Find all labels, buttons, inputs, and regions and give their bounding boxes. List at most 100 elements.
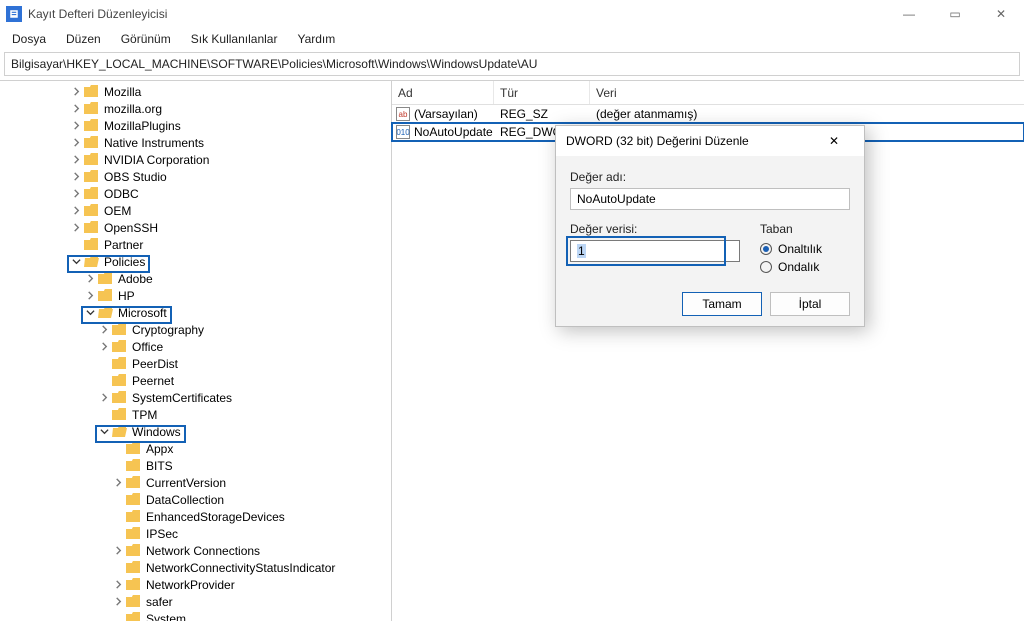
- close-button[interactable]: ✕: [978, 0, 1024, 28]
- tree-node[interactable]: OBS Studio: [0, 168, 391, 185]
- tree-node[interactable]: OEM: [0, 202, 391, 219]
- tree-node-label: Partner: [104, 238, 143, 252]
- chevron-right-icon[interactable]: [112, 477, 124, 489]
- tree-node-label: DataCollection: [146, 493, 224, 507]
- chevron-right-icon[interactable]: [70, 137, 82, 149]
- tree-node[interactable]: Peernet: [0, 372, 391, 389]
- chevron-down-icon[interactable]: [98, 426, 110, 438]
- tree-node[interactable]: Policies: [0, 253, 391, 270]
- tree-node-label: System: [146, 612, 186, 621]
- tree-node[interactable]: CurrentVersion: [0, 474, 391, 491]
- tree-node[interactable]: Adobe: [0, 270, 391, 287]
- col-name[interactable]: Ad: [392, 81, 494, 104]
- minimize-button[interactable]: ―: [886, 0, 932, 28]
- tree-node[interactable]: ODBC: [0, 185, 391, 202]
- tree-node[interactable]: IPSec: [0, 525, 391, 542]
- chevron-right-icon[interactable]: [70, 120, 82, 132]
- menu-help[interactable]: Yardım: [289, 30, 343, 48]
- radio-dot-icon: [760, 261, 772, 273]
- chevron-right-icon[interactable]: [70, 188, 82, 200]
- chevron-right-icon[interactable]: [70, 154, 82, 166]
- radio-dec[interactable]: Ondalık: [760, 258, 850, 276]
- ok-button[interactable]: Tamam: [682, 292, 762, 316]
- menu-file[interactable]: Dosya: [4, 30, 54, 48]
- chevron-right-icon[interactable]: [112, 545, 124, 557]
- tree-node-label: OEM: [104, 204, 131, 218]
- tree-node-label: Network Connections: [146, 544, 260, 558]
- tree-node[interactable]: System: [0, 610, 391, 621]
- tree-node-label: MozillaPlugins: [104, 119, 181, 133]
- value-row[interactable]: ab(Varsayılan)REG_SZ(değer atanmamış): [392, 105, 1024, 123]
- radio-hex[interactable]: Onaltılık: [760, 240, 850, 258]
- folder-icon: [84, 204, 100, 218]
- chevron-right-icon[interactable]: [70, 171, 82, 183]
- tree-node[interactable]: BITS: [0, 457, 391, 474]
- col-data[interactable]: Veri: [590, 81, 1024, 104]
- chevron-right-icon[interactable]: [84, 290, 96, 302]
- folder-icon: [126, 527, 142, 541]
- tree-node-label: Cryptography: [132, 323, 204, 337]
- tree-node[interactable]: Native Instruments: [0, 134, 391, 151]
- cancel-button[interactable]: İptal: [770, 292, 850, 316]
- chevron-right-icon[interactable]: [70, 86, 82, 98]
- menu-view[interactable]: Görünüm: [113, 30, 179, 48]
- chevron-right-icon[interactable]: [112, 579, 124, 591]
- tree-node[interactable]: EnhancedStorageDevices: [0, 508, 391, 525]
- tree-pane[interactable]: Mozilla mozilla.org MozillaPluginsNative I…: [0, 80, 392, 621]
- chevron-right-icon[interactable]: [98, 324, 110, 336]
- tree-node[interactable]: Partner: [0, 236, 391, 253]
- tree-node-label: ODBC: [104, 187, 139, 201]
- tree-node[interactable]: NetworkConnectivityStatusIndicator: [0, 559, 391, 576]
- folder-icon: [112, 374, 128, 388]
- address-bar[interactable]: Bilgisayar\HKEY_LOCAL_MACHINE\SOFTWARE\P…: [4, 52, 1020, 76]
- tree-node[interactable]: Cryptography: [0, 321, 391, 338]
- chevron-right-icon[interactable]: [70, 103, 82, 115]
- tree-node[interactable]: Appx: [0, 440, 391, 457]
- folder-icon: [84, 136, 100, 150]
- folder-icon: [126, 459, 142, 473]
- tree-node[interactable]: SystemCertificates: [0, 389, 391, 406]
- menu-edit[interactable]: Düzen: [58, 30, 109, 48]
- value-data-field[interactable]: 1: [570, 240, 740, 262]
- dialog-close-button[interactable]: ✕: [814, 134, 854, 148]
- maximize-button[interactable]: ▭: [932, 0, 978, 28]
- chevron-right-icon[interactable]: [70, 205, 82, 217]
- tree-node[interactable]: DataCollection: [0, 491, 391, 508]
- folder-icon: [84, 255, 100, 269]
- tree-node[interactable]: HP: [0, 287, 391, 304]
- folder-icon: [126, 476, 142, 490]
- chevron-right-icon[interactable]: [98, 341, 110, 353]
- chevron-down-icon[interactable]: [70, 256, 82, 268]
- tree-node[interactable]: safer: [0, 593, 391, 610]
- chevron-right-icon[interactable]: [112, 596, 124, 608]
- tree-node[interactable]: Microsoft: [0, 304, 391, 321]
- tree-node[interactable]: Office: [0, 338, 391, 355]
- value-name: (Varsayılan): [414, 107, 478, 121]
- tree-node[interactable]: Windows: [0, 423, 391, 440]
- chevron-right-icon[interactable]: [98, 392, 110, 404]
- col-type[interactable]: Tür: [494, 81, 590, 104]
- folder-icon: [112, 323, 128, 337]
- values-header: Ad Tür Veri: [392, 81, 1024, 105]
- chevron-right-icon[interactable]: [84, 273, 96, 285]
- tree-node-label: HP: [118, 289, 135, 303]
- chevron-down-icon[interactable]: [84, 307, 96, 319]
- folder-icon: [112, 391, 128, 405]
- tree-node[interactable]: PeerDist: [0, 355, 391, 372]
- tree-node[interactable]: TPM: [0, 406, 391, 423]
- tree-node-label: Policies: [104, 255, 145, 269]
- tree-node[interactable]: NVIDIA Corporation: [0, 151, 391, 168]
- tree-node-label: SystemCertificates: [132, 391, 232, 405]
- chevron-right-icon[interactable]: [70, 222, 82, 234]
- tree-node[interactable]: MozillaPlugins: [0, 117, 391, 134]
- tree-node[interactable]: Network Connections: [0, 542, 391, 559]
- tree-node-label: NetworkConnectivityStatusIndicator: [146, 561, 335, 575]
- tree-node[interactable]: NetworkProvider: [0, 576, 391, 593]
- tree-node-label: mozilla.org: [104, 102, 162, 116]
- tree-node[interactable]: OpenSSH: [0, 219, 391, 236]
- value-type-icon: 010: [396, 125, 410, 139]
- menu-favorites[interactable]: Sık Kullanılanlar: [183, 30, 286, 48]
- tree-node-label: Microsoft: [118, 306, 167, 320]
- tree-node[interactable]: mozilla.org: [0, 100, 391, 117]
- tree-node[interactable]: Mozilla: [0, 83, 391, 100]
